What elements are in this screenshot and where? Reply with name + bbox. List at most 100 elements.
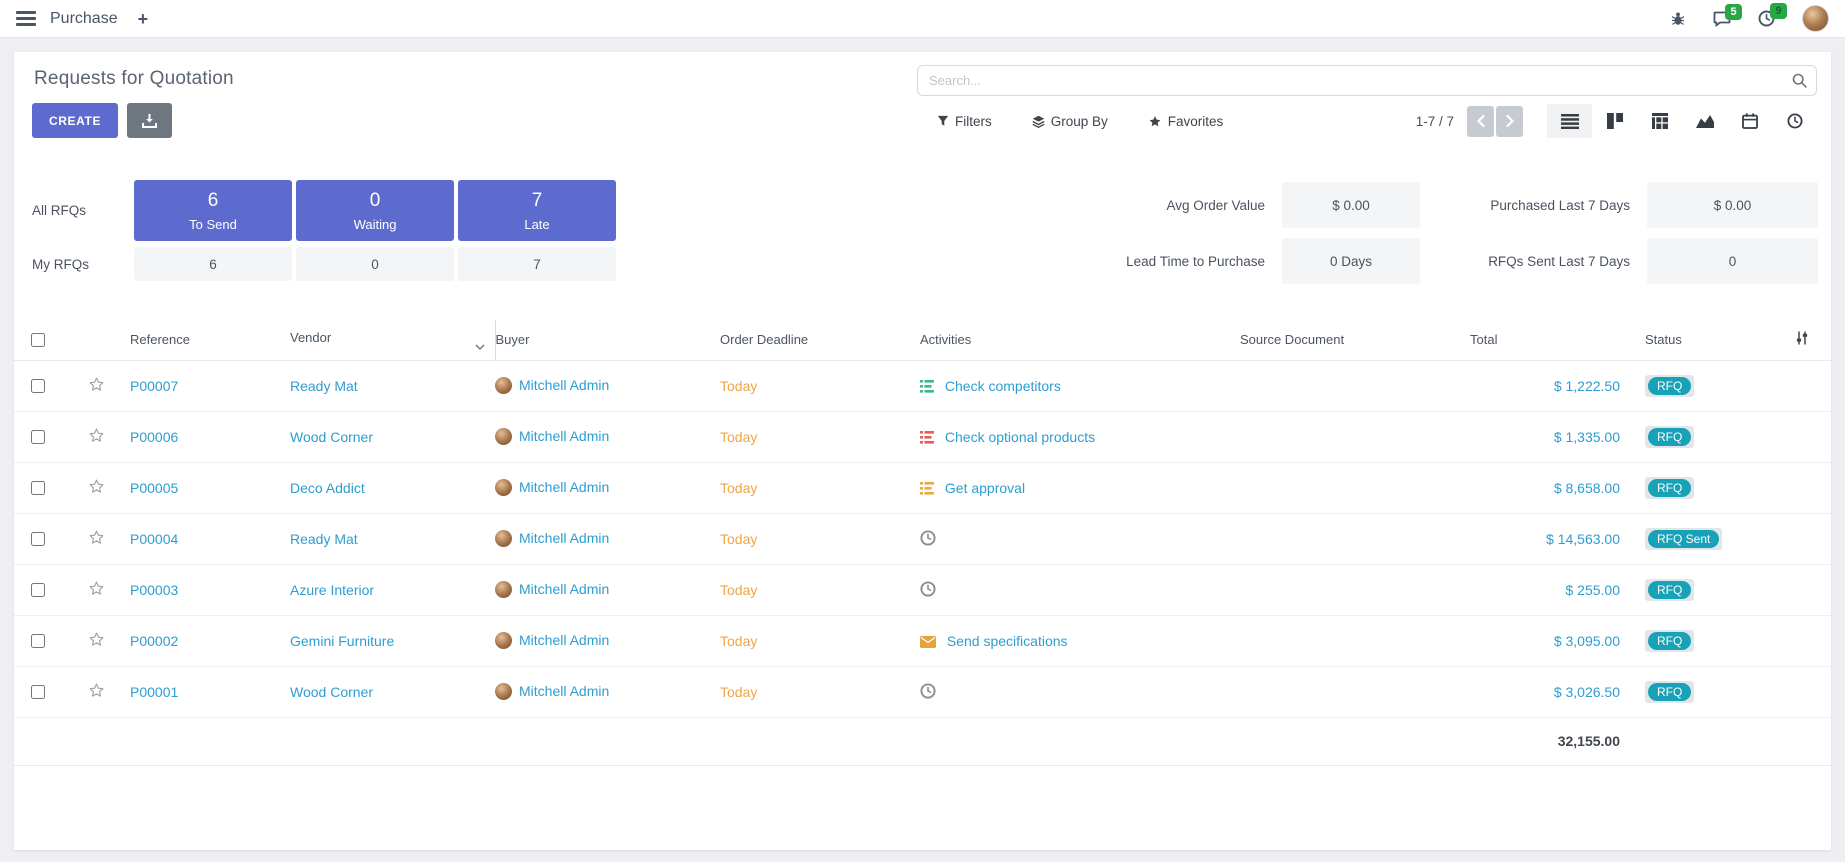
row-checkbox[interactable] — [31, 481, 45, 495]
reference-link[interactable]: P00005 — [130, 480, 178, 496]
my-bucket-late[interactable]: 7 — [458, 247, 616, 281]
view-switch-calendar[interactable] — [1727, 104, 1772, 138]
select-all-checkbox[interactable] — [31, 333, 45, 347]
pager-next-button[interactable] — [1496, 106, 1523, 137]
buyer-link[interactable]: Mitchell Admin — [519, 428, 609, 444]
favorite-star-icon[interactable] — [88, 529, 105, 546]
col-header-activities[interactable]: Activities — [920, 320, 1240, 360]
app-name[interactable]: Purchase — [50, 10, 118, 28]
buyer-avatar — [495, 428, 512, 445]
order-deadline-value: Today — [720, 480, 757, 496]
buyer-link[interactable]: Mitchell Admin — [519, 377, 609, 393]
col-header-total[interactable]: Total — [1470, 320, 1620, 360]
create-button[interactable]: CREATE — [32, 103, 118, 138]
order-deadline-value: Today — [720, 531, 757, 547]
activity-label[interactable]: Get approval — [945, 480, 1025, 496]
search-icon[interactable] — [1792, 73, 1807, 88]
my-bucket-waiting[interactable]: 0 — [296, 247, 454, 281]
my-bucket-to-send[interactable]: 6 — [134, 247, 292, 281]
table-row[interactable]: P00004 Ready Mat Mitchell Admin Today $ — [14, 513, 1831, 564]
buyer-link[interactable]: Mitchell Admin — [519, 530, 609, 546]
table-row[interactable]: P00001 Wood Corner Mitchell Admin Today — [14, 666, 1831, 717]
vendor-link[interactable]: Deco Addict — [290, 480, 365, 496]
vendor-link[interactable]: Wood Corner — [290, 429, 373, 445]
reference-link[interactable]: P00006 — [130, 429, 178, 445]
user-avatar[interactable] — [1802, 5, 1829, 32]
row-checkbox[interactable] — [31, 379, 45, 393]
tasks-activity-icon[interactable] — [920, 482, 934, 495]
new-tab-button[interactable]: + — [138, 10, 149, 28]
vendor-link[interactable]: Wood Corner — [290, 684, 373, 700]
bucket-late[interactable]: 7 Late — [458, 180, 616, 241]
filters-button[interactable]: Filters — [937, 114, 992, 129]
total-amount: $ 1,335.00 — [1554, 429, 1620, 445]
favorite-star-icon[interactable] — [88, 682, 105, 699]
search-input[interactable] — [917, 65, 1817, 96]
favorite-star-icon[interactable] — [88, 427, 105, 444]
list-view-icon — [1561, 114, 1579, 129]
clock-activity-icon[interactable] — [920, 530, 936, 546]
activity-label[interactable]: Send specifications — [947, 633, 1068, 649]
col-header-source-document[interactable]: Source Document — [1240, 320, 1470, 360]
funnel-icon — [937, 115, 949, 127]
tasks-activity-icon[interactable] — [920, 431, 934, 444]
table-row[interactable]: P00005 Deco Addict Mitchell Admin Today … — [14, 462, 1831, 513]
reference-link[interactable]: P00003 — [130, 582, 178, 598]
buyer-link[interactable]: Mitchell Admin — [519, 581, 609, 597]
col-header-buyer[interactable]: Buyer — [495, 320, 720, 360]
row-checkbox[interactable] — [31, 430, 45, 444]
activity-label[interactable]: Check optional products — [945, 429, 1095, 445]
row-checkbox[interactable] — [31, 685, 45, 699]
favorite-star-icon[interactable] — [88, 580, 105, 597]
col-header-vendor[interactable]: Vendor — [290, 320, 495, 360]
messages-icon[interactable]: 5 — [1713, 11, 1731, 27]
table-row[interactable]: P00007 Ready Mat Mitchell Admin Today Ch… — [14, 360, 1831, 411]
view-switch-list[interactable] — [1547, 104, 1592, 138]
bucket-to-send[interactable]: 6 To Send — [134, 180, 292, 241]
favorites-button[interactable]: Favorites — [1148, 114, 1224, 129]
clock-activity-icon[interactable] — [920, 581, 936, 597]
email-activity-icon[interactable] — [920, 636, 936, 648]
favorite-star-icon[interactable] — [88, 478, 105, 495]
col-header-reference[interactable]: Reference — [130, 320, 290, 360]
export-button[interactable] — [127, 103, 172, 138]
buyer-link[interactable]: Mitchell Admin — [519, 479, 609, 495]
col-header-status[interactable]: Status — [1620, 320, 1795, 360]
debug-icon[interactable] — [1670, 11, 1686, 27]
activities-icon[interactable]: 9 — [1758, 10, 1775, 27]
vendor-link[interactable]: Gemini Furniture — [290, 633, 394, 649]
view-switch-kanban[interactable] — [1592, 104, 1637, 138]
vendor-link[interactable]: Ready Mat — [290, 531, 358, 547]
reference-link[interactable]: P00007 — [130, 378, 178, 394]
order-deadline-value: Today — [720, 378, 757, 394]
bucket-waiting[interactable]: 0 Waiting — [296, 180, 454, 241]
buyer-link[interactable]: Mitchell Admin — [519, 683, 609, 699]
vendor-link[interactable]: Azure Interior — [290, 582, 374, 598]
view-switch-activity[interactable] — [1772, 104, 1817, 138]
table-row[interactable]: P00002 Gemini Furniture Mitchell Admin T… — [14, 615, 1831, 666]
pager-previous-button[interactable] — [1467, 106, 1494, 137]
row-checkbox[interactable] — [31, 583, 45, 597]
buyer-link[interactable]: Mitchell Admin — [519, 632, 609, 648]
reference-link[interactable]: P00001 — [130, 684, 178, 700]
group-by-button[interactable]: Group By — [1032, 114, 1108, 129]
table-row[interactable]: P00006 Wood Corner Mitchell Admin Today … — [14, 411, 1831, 462]
table-row[interactable]: P00003 Azure Interior Mitchell Admin Tod… — [14, 564, 1831, 615]
col-header-order-deadline[interactable]: Order Deadline — [720, 320, 920, 360]
reference-link[interactable]: P00004 — [130, 531, 178, 547]
vendor-link[interactable]: Ready Mat — [290, 378, 358, 394]
tasks-activity-icon[interactable] — [920, 380, 934, 393]
favorite-star-icon[interactable] — [88, 376, 105, 393]
buyer-avatar — [495, 377, 512, 394]
reference-link[interactable]: P00002 — [130, 633, 178, 649]
clock-activity-icon[interactable] — [920, 683, 936, 699]
adjust-columns-icon[interactable] — [1795, 331, 1809, 345]
favorite-star-icon[interactable] — [88, 631, 105, 648]
view-switch-pivot[interactable] — [1637, 104, 1682, 138]
row-checkbox[interactable] — [31, 634, 45, 648]
apps-menu-icon[interactable] — [16, 11, 36, 26]
row-checkbox[interactable] — [31, 532, 45, 546]
view-switch-graph[interactable] — [1682, 104, 1727, 138]
activity-label[interactable]: Check competitors — [945, 378, 1061, 394]
buyer-avatar — [495, 632, 512, 649]
